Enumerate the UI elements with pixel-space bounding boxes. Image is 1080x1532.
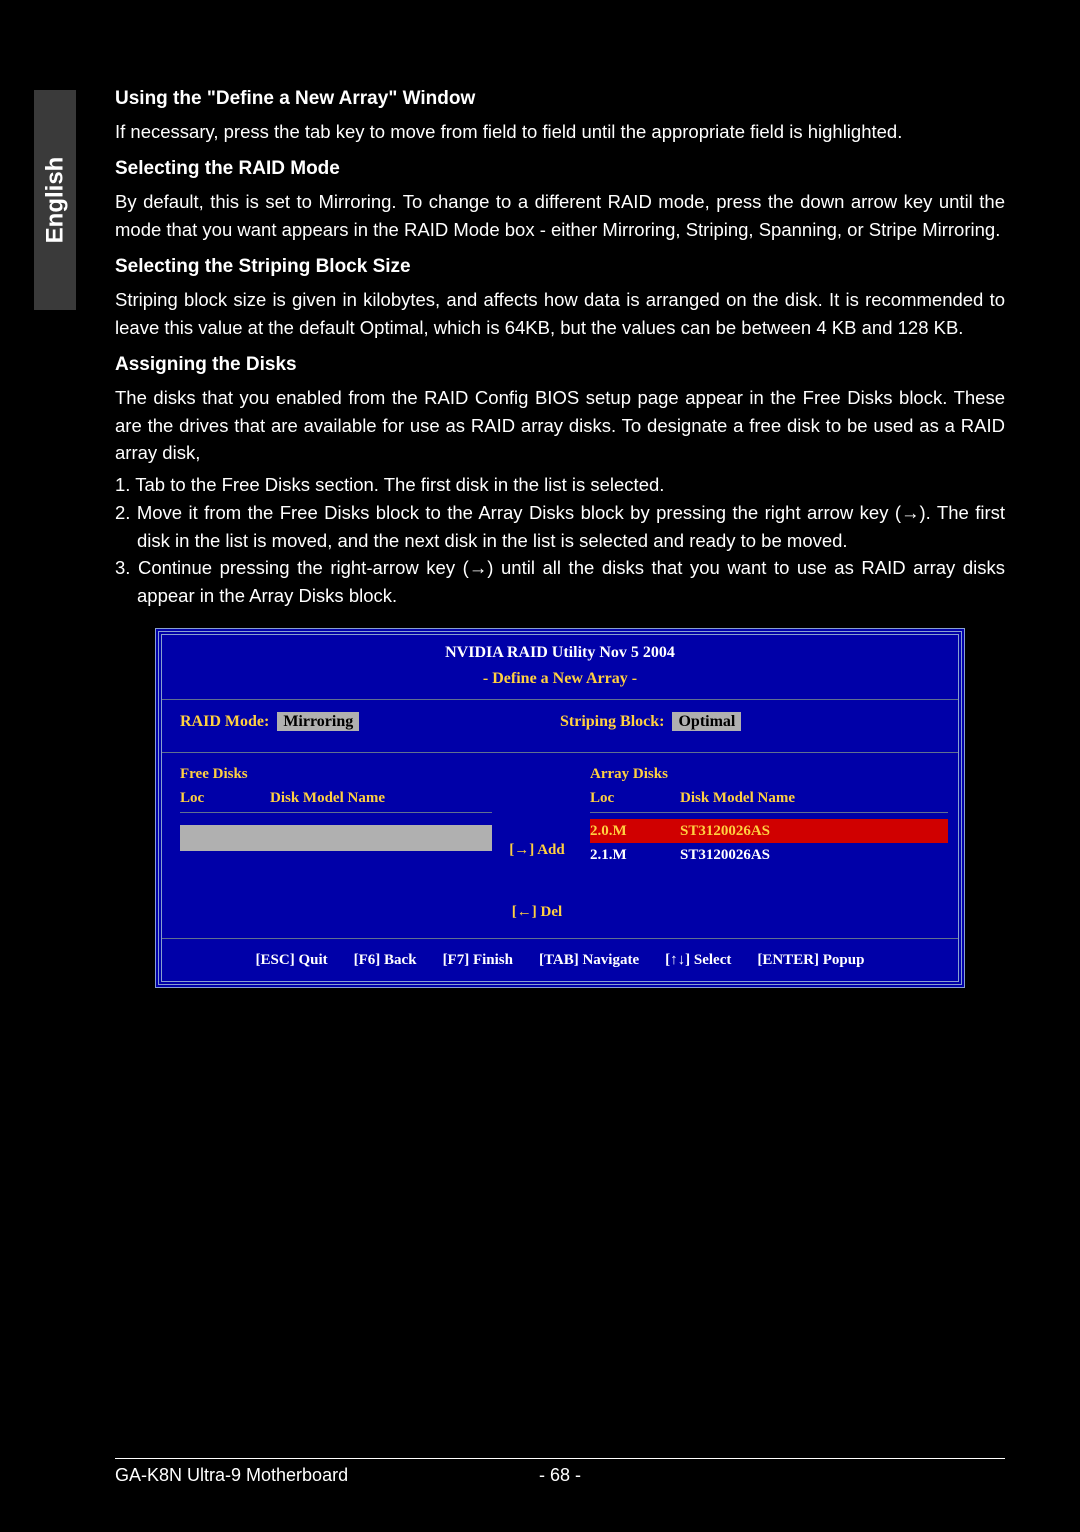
para-define-array: If necessary, press the tab key to move … bbox=[115, 118, 1005, 146]
striping-block-value[interactable]: Optimal bbox=[672, 712, 741, 731]
key-f6: [F6] Back bbox=[354, 949, 417, 972]
striping-block-label: Striping Block: bbox=[560, 713, 664, 730]
heading-assign-disks: Assigning the Disks bbox=[115, 351, 1005, 380]
raid-mode-label: RAID Mode: bbox=[180, 713, 269, 730]
page-content: Using the "Define a New Array" Window If… bbox=[115, 85, 1005, 988]
heading-define-array: Using the "Define a New Array" Window bbox=[115, 85, 1005, 114]
language-label: English bbox=[41, 157, 69, 244]
footer-product: GA-K8N Ultra-9 Motherboard bbox=[115, 1465, 510, 1486]
disk-model: ST3120026AS bbox=[680, 844, 770, 867]
disk-loc: 2.1.M bbox=[590, 844, 650, 867]
col-model: Disk Model Name bbox=[680, 787, 795, 810]
key-tab: [TAB] Navigate bbox=[539, 949, 639, 972]
heading-block-size: Selecting the Striping Block Size bbox=[115, 253, 1005, 282]
list-item: 2. Move it from the Free Disks block to … bbox=[115, 499, 1005, 555]
del-button[interactable]: [←] Del bbox=[512, 901, 562, 924]
heading-raid-mode: Selecting the RAID Mode bbox=[115, 155, 1005, 184]
add-button[interactable]: [→] Add bbox=[509, 839, 564, 862]
col-loc: Loc bbox=[180, 787, 240, 810]
disk-loc: 2.0.M bbox=[590, 820, 650, 843]
raid-subtitle: - Define a New Array - bbox=[162, 667, 958, 700]
raid-title: NVIDIA RAID Utility Nov 5 2004 bbox=[162, 635, 958, 667]
key-esc: [ESC] Quit bbox=[256, 949, 328, 972]
array-disks-title: Array Disks bbox=[590, 763, 948, 786]
disk-model: ST3120026AS bbox=[680, 820, 770, 843]
array-disk-row[interactable]: 2.0.M ST3120026AS bbox=[590, 819, 948, 844]
key-arrows: [↑↓] Select bbox=[665, 949, 731, 972]
list-item: 1. Tab to the Free Disks section. The fi… bbox=[115, 471, 1005, 499]
raid-key-hints: [ESC] Quit [F6] Back [F7] Finish [TAB] N… bbox=[162, 939, 958, 982]
col-model: Disk Model Name bbox=[270, 787, 385, 810]
col-loc: Loc bbox=[590, 787, 650, 810]
key-enter: [ENTER] Popup bbox=[757, 949, 864, 972]
footer-page-number: - 68 - bbox=[510, 1465, 610, 1486]
list-item: 3. Continue pressing the right-arrow key… bbox=[115, 554, 1005, 610]
numbered-list: 1. Tab to the Free Disks section. The fi… bbox=[115, 471, 1005, 610]
free-disks-list[interactable] bbox=[180, 825, 492, 851]
para-block-size: Striping block size is given in kilobyte… bbox=[115, 286, 1005, 342]
raid-utility-window: NVIDIA RAID Utility Nov 5 2004 - Define … bbox=[155, 628, 965, 989]
language-tab: English bbox=[34, 90, 76, 310]
para-assign-disks: The disks that you enabled from the RAID… bbox=[115, 384, 1005, 467]
array-disk-row[interactable]: 2.1.M ST3120026AS bbox=[590, 843, 948, 868]
page-footer: GA-K8N Ultra-9 Motherboard - 68 - bbox=[115, 1458, 1005, 1486]
free-disks-title: Free Disks bbox=[180, 763, 492, 786]
key-f7: [F7] Finish bbox=[443, 949, 513, 972]
para-raid-mode: By default, this is set to Mirroring. To… bbox=[115, 188, 1005, 244]
raid-mode-value[interactable]: Mirroring bbox=[277, 712, 359, 731]
